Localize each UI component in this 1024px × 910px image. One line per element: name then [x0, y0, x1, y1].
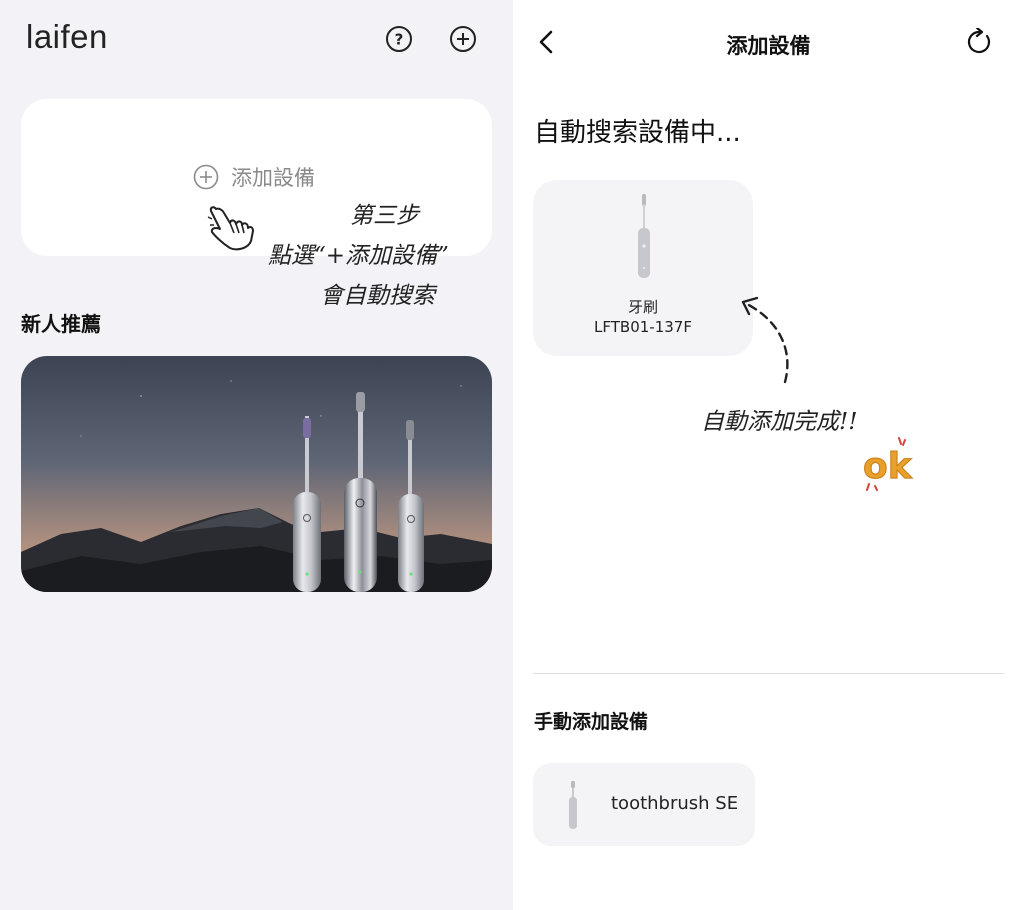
manual-device-card[interactable]: toothbrush SE: [533, 763, 755, 846]
device-model: LFTB01-137F: [594, 318, 692, 336]
dashed-arrow-icon: [741, 296, 789, 384]
app-logo: laifen: [26, 18, 108, 55]
section-divider: [533, 673, 1004, 674]
annotation-complete: 自動添加完成!!: [701, 409, 858, 435]
ok-sticker-icon: ok: [863, 437, 913, 491]
pointing-hand-icon: [207, 206, 254, 251]
found-device-card[interactable]: 牙刷 LFTB01-137F: [533, 180, 753, 356]
annotation-step-label: 第三步: [350, 203, 419, 229]
refresh-icon[interactable]: [965, 28, 993, 56]
annotation-instruction: 點選“+添加設備”: [268, 243, 449, 269]
svg-text:?: ?: [395, 31, 404, 49]
manual-add-heading: 手動添加設備: [534, 711, 649, 733]
manual-device-label: toothbrush SE: [611, 793, 739, 814]
page-title: 添加設備: [726, 34, 811, 58]
ok-badge-text: ok: [863, 446, 913, 487]
add-device-label: 添加設備: [231, 166, 315, 190]
device-name: 牙刷: [627, 298, 658, 316]
annotation-result: 會自動搜索: [320, 283, 435, 309]
recommendation-heading: 新人推薦: [21, 312, 101, 336]
plus-circle-icon: [193, 164, 219, 190]
plus-circle-icon[interactable]: [449, 25, 477, 53]
toothbrush-banner-image: [21, 356, 492, 592]
toothbrush-icon: [638, 194, 650, 278]
home-panel: laifen ? 添加設備 第三步 點選“+添加設備” 會自動搜索 新人推薦: [0, 0, 513, 910]
promo-banner[interactable]: [21, 356, 492, 592]
help-circle-icon[interactable]: ?: [385, 25, 413, 53]
add-device-panel: 添加設備 自動搜索設備中... 牙刷 LFTB01-137F 自動添加完成!! …: [513, 0, 1024, 910]
search-status-text: 自動搜索設備中...: [534, 118, 741, 148]
toothbrush-icon: [569, 781, 577, 829]
